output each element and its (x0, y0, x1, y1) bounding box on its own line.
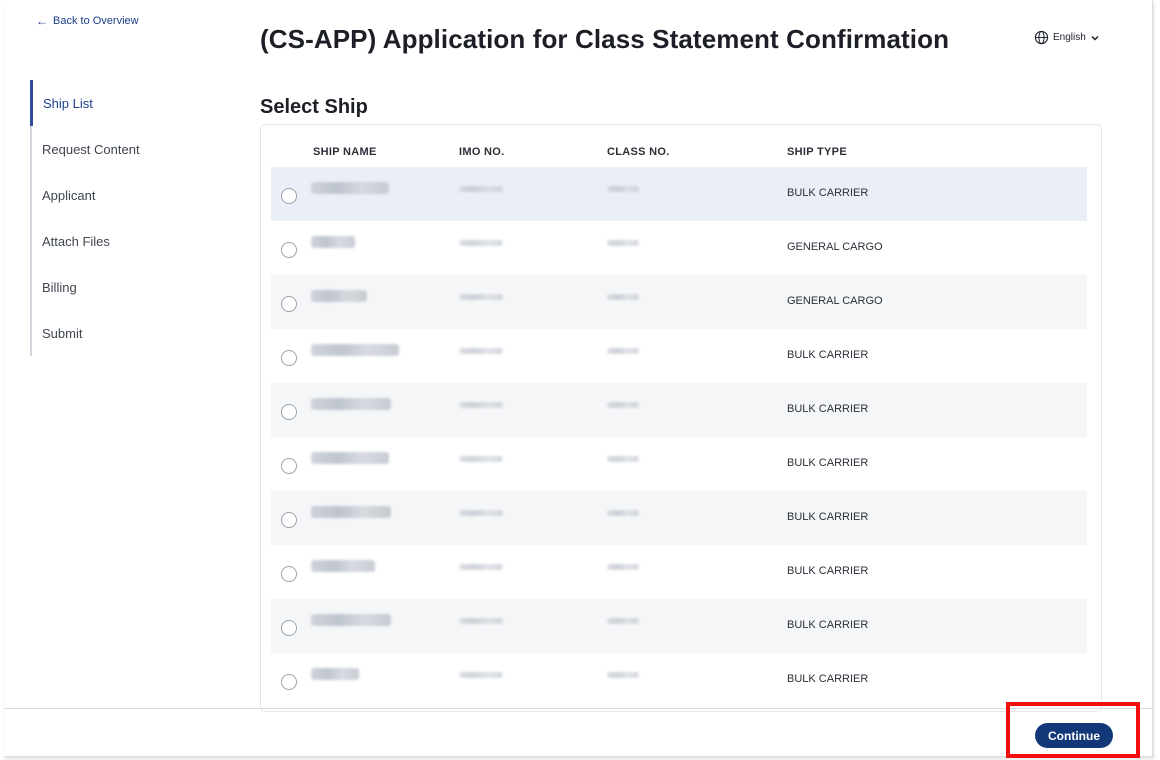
ship-type-cell: BULK CARRIER (787, 403, 869, 415)
arrow-left-icon: ← (36, 14, 48, 28)
step-applicant[interactable]: Applicant (30, 172, 230, 218)
step-label: Billing (42, 279, 77, 295)
row-radio[interactable] (281, 242, 297, 258)
table-row[interactable]: BULK CARRIER (271, 437, 1087, 491)
redacted-imo-no (459, 510, 503, 516)
step-attach-files[interactable]: Attach Files (30, 218, 230, 264)
ship-type-cell: BULK CARRIER (787, 457, 869, 469)
ship-type-cell: BULK CARRIER (787, 187, 869, 199)
row-radio[interactable] (281, 620, 297, 636)
table-header: SHIP NAME IMO NO. CLASS NO. SHIP TYPE (271, 138, 1087, 166)
redacted-class-no (607, 402, 639, 408)
redacted-imo-no (459, 402, 503, 408)
column-header-ship-name: SHIP NAME (313, 146, 377, 158)
ship-table: SHIP NAME IMO NO. CLASS NO. SHIP TYPE BU… (260, 124, 1102, 712)
step-label: Submit (42, 325, 83, 341)
redacted-imo-no (459, 294, 503, 300)
back-to-overview-link[interactable]: ← Back to Overview (36, 14, 139, 28)
redacted-ship-name (311, 398, 391, 410)
redacted-ship-name (311, 290, 367, 302)
table-row[interactable]: GENERAL CARGO (271, 275, 1087, 329)
step-navigation: Ship List Request Content Applicant Atta… (30, 80, 230, 356)
ship-type-cell: BULK CARRIER (787, 565, 869, 577)
ship-type-cell: BULK CARRIER (787, 673, 869, 685)
redacted-class-no (607, 672, 639, 678)
language-selector[interactable]: English (1034, 30, 1100, 45)
redacted-ship-name (311, 614, 391, 626)
table-row[interactable]: BULK CARRIER (271, 653, 1087, 707)
ship-type-cell: GENERAL CARGO (787, 295, 883, 307)
table-row[interactable]: GENERAL CARGO (271, 221, 1087, 275)
step-ship-list[interactable]: Ship List (30, 80, 230, 126)
column-header-imo-no: IMO NO. (459, 146, 505, 158)
chevron-down-icon (1091, 35, 1099, 41)
redacted-ship-name (311, 452, 389, 464)
globe-icon (1034, 30, 1049, 45)
ship-type-cell: BULK CARRIER (787, 619, 869, 631)
step-label: Attach Files (42, 233, 110, 249)
continue-button[interactable]: Continue (1035, 723, 1113, 748)
row-radio[interactable] (281, 350, 297, 366)
row-radio[interactable] (281, 188, 297, 204)
column-header-ship-type: SHIP TYPE (787, 146, 847, 158)
table-row[interactable]: BULK CARRIER (271, 599, 1087, 653)
table-row[interactable]: BULK CARRIER (271, 545, 1087, 599)
redacted-imo-no (459, 456, 503, 462)
language-label: English (1053, 32, 1086, 43)
redacted-class-no (607, 510, 639, 516)
redacted-class-no (607, 348, 639, 354)
ship-type-cell: GENERAL CARGO (787, 241, 883, 253)
row-radio[interactable] (281, 566, 297, 582)
redacted-ship-name (311, 560, 375, 572)
redacted-imo-no (459, 348, 503, 354)
redacted-ship-name (311, 506, 391, 518)
redacted-imo-no (459, 618, 503, 624)
redacted-ship-name (311, 182, 389, 194)
column-header-class-no: CLASS NO. (607, 146, 670, 158)
table-row[interactable]: BULK CARRIER (271, 329, 1087, 383)
ship-type-cell: BULK CARRIER (787, 511, 869, 523)
redacted-class-no (607, 564, 639, 570)
table-row[interactable]: BULK CARRIER (271, 491, 1087, 545)
step-billing[interactable]: Billing (30, 264, 230, 310)
footer-divider (4, 708, 1152, 709)
section-title: Select Ship (260, 96, 368, 118)
redacted-class-no (607, 294, 639, 300)
redacted-imo-no (459, 240, 503, 246)
redacted-ship-name (311, 344, 399, 356)
redacted-ship-name (311, 236, 355, 248)
row-radio[interactable] (281, 512, 297, 528)
redacted-class-no (607, 240, 639, 246)
redacted-class-no (607, 186, 639, 192)
redacted-class-no (607, 456, 639, 462)
ship-type-cell: BULK CARRIER (787, 349, 869, 361)
row-radio[interactable] (281, 296, 297, 312)
step-label: Applicant (42, 187, 96, 203)
redacted-ship-name (311, 668, 359, 680)
table-body: BULK CARRIER GENERAL CARGO GENERAL CARGO (271, 167, 1087, 707)
step-label: Request Content (42, 141, 140, 157)
page-title: (CS-APP) Application for Class Statement… (260, 24, 950, 54)
table-row[interactable]: BULK CARRIER (271, 167, 1087, 221)
row-radio[interactable] (281, 458, 297, 474)
back-link-label: Back to Overview (53, 15, 139, 27)
redacted-imo-no (459, 672, 503, 678)
row-radio[interactable] (281, 404, 297, 420)
redacted-class-no (607, 618, 639, 624)
step-request-content[interactable]: Request Content (30, 126, 230, 172)
app-window: ← Back to Overview (CS-APP) Application … (4, 0, 1153, 757)
table-row[interactable]: BULK CARRIER (271, 383, 1087, 437)
step-label: Ship List (43, 95, 93, 111)
step-submit[interactable]: Submit (30, 310, 230, 356)
row-radio[interactable] (281, 674, 297, 690)
redacted-imo-no (459, 564, 503, 570)
redacted-imo-no (459, 186, 503, 192)
